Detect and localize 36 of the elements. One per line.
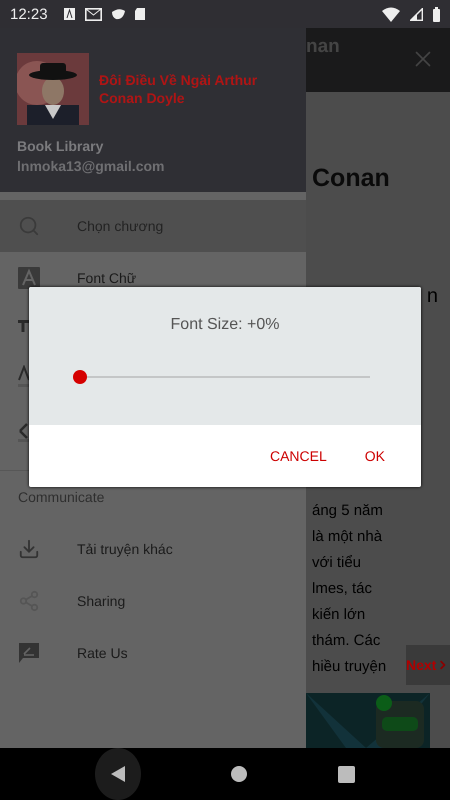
account-email: lnmoka13@gmail.com xyxy=(17,158,166,174)
drawer-item[interactable]: Rate Us xyxy=(0,627,306,679)
text-line: thám. Các xyxy=(312,631,380,651)
text-line: lmes, tác xyxy=(312,579,372,599)
text-line: với tiểu xyxy=(312,553,362,573)
mail-icon xyxy=(84,8,102,20)
home-button[interactable] xyxy=(230,765,248,783)
chapter-heading: Conan xyxy=(312,164,391,193)
dialog-button[interactable]: OK xyxy=(352,440,397,472)
dialog-button[interactable]: CANCEL xyxy=(258,440,339,472)
signal-icon xyxy=(410,8,423,20)
recents-button[interactable] xyxy=(338,766,356,782)
drawer-item[interactable]: Tải truyện khác xyxy=(0,523,306,575)
next-button[interactable]: Next xyxy=(406,645,450,685)
text-color-icon xyxy=(18,364,29,387)
book-title: Đôi Điều Về Ngài Arthur Conan Doyle xyxy=(99,71,258,107)
rate-icon xyxy=(18,642,40,664)
wifi-icon xyxy=(382,6,400,22)
battery-icon xyxy=(433,6,440,22)
download-icon xyxy=(18,538,40,560)
back-button[interactable] xyxy=(94,748,141,800)
dialog-title: Font Size: +0% xyxy=(170,316,280,334)
app-name: Book Library xyxy=(17,138,104,154)
text-line: là một nhà xyxy=(312,527,382,547)
letter-a-icon xyxy=(64,8,75,20)
slider-thumb[interactable] xyxy=(73,370,87,384)
drawer-item[interactable]: Font Chữ xyxy=(0,252,306,304)
text-size-icon xyxy=(18,320,29,332)
text-fragment: n xyxy=(426,285,438,308)
status-time: 12:23 xyxy=(10,6,48,22)
text-line: hiều truyện xyxy=(312,657,386,677)
text-line: kiến lớn xyxy=(312,605,366,625)
sd-card-icon xyxy=(134,8,145,20)
font-icon xyxy=(18,267,40,289)
text-line: áng 5 năm xyxy=(312,501,383,521)
drawer-item[interactable]: Sharing xyxy=(0,575,306,627)
